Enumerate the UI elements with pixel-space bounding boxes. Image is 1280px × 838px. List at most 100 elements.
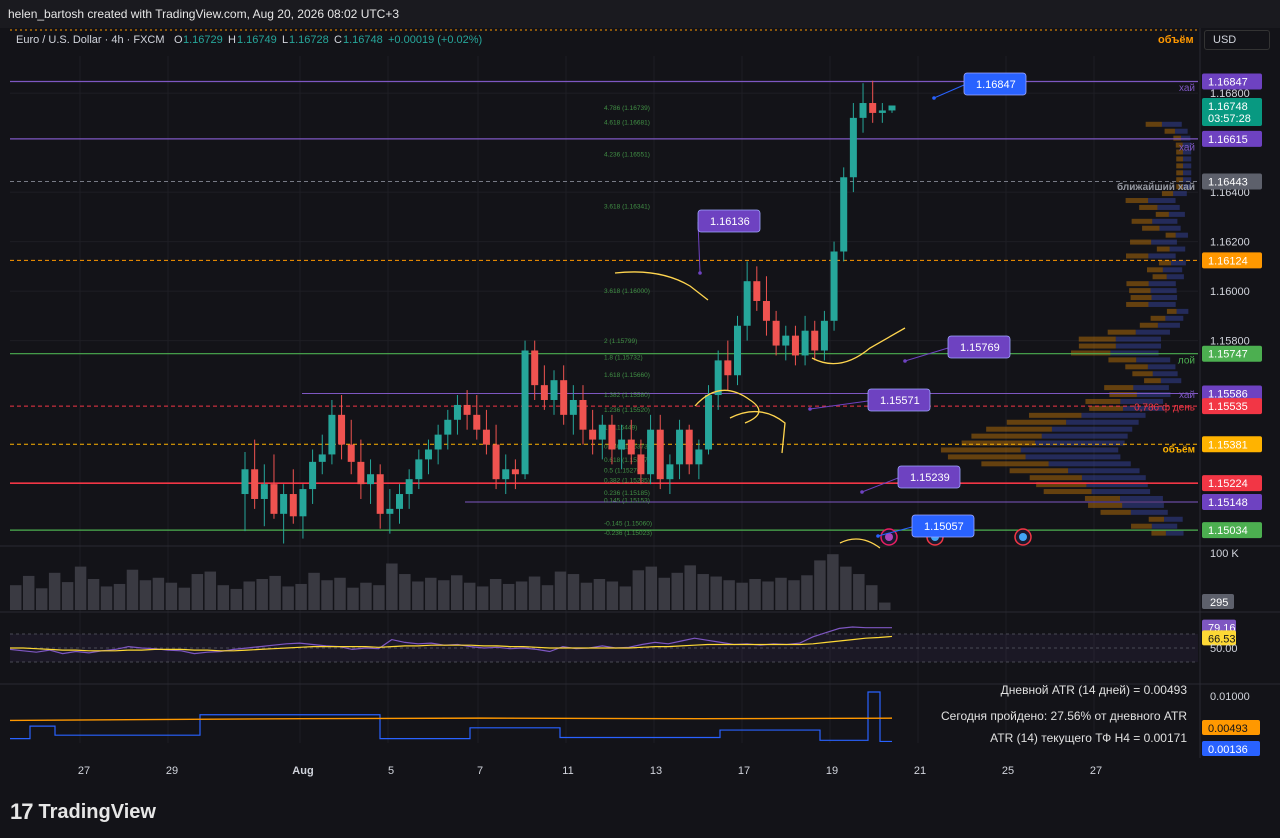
candle-body[interactable] <box>348 445 355 462</box>
volume-profile-label: объём <box>1158 34 1194 46</box>
volume-bar <box>710 577 721 610</box>
candle-body[interactable] <box>763 301 770 321</box>
candle-body[interactable] <box>338 415 345 445</box>
high-label: H <box>228 34 236 46</box>
candle-body[interactable] <box>637 454 644 474</box>
profile-bar <box>1152 295 1178 300</box>
candle-body[interactable] <box>299 489 306 516</box>
candle-body[interactable] <box>464 405 471 415</box>
candle-body[interactable] <box>309 462 316 489</box>
candle-body[interactable] <box>483 430 490 445</box>
profile-bar <box>986 427 1052 432</box>
candle-body[interactable] <box>657 430 664 479</box>
callout-pointer <box>810 401 868 409</box>
volume-bar <box>762 581 773 610</box>
candle-body[interactable] <box>328 415 335 455</box>
candle-body[interactable] <box>319 454 326 461</box>
candle-body[interactable] <box>280 494 287 514</box>
candle-body[interactable] <box>724 360 731 375</box>
candle-body[interactable] <box>425 449 432 459</box>
candle-body[interactable] <box>270 484 277 514</box>
profile-bar <box>1030 475 1082 480</box>
candle-body[interactable] <box>811 331 818 351</box>
candle-body[interactable] <box>715 360 722 395</box>
candle-body[interactable] <box>242 469 249 494</box>
candle-body[interactable] <box>705 395 712 449</box>
candle-body[interactable] <box>290 494 297 516</box>
candle-body[interactable] <box>357 462 364 484</box>
price-axis-label: 1.16748 <box>1208 101 1248 113</box>
candle-body[interactable] <box>869 103 876 113</box>
candle-body[interactable] <box>386 509 393 514</box>
profile-bar <box>981 461 1048 466</box>
candle-body[interactable] <box>367 474 374 484</box>
candle-body[interactable] <box>686 430 693 465</box>
candle-body[interactable] <box>579 400 586 430</box>
candle-body[interactable] <box>792 336 799 356</box>
profile-bar <box>1126 198 1148 203</box>
candle-body[interactable] <box>628 440 635 455</box>
candle-body[interactable] <box>860 103 867 118</box>
profile-bar <box>1066 420 1139 425</box>
profile-bar <box>1132 371 1152 376</box>
candle-body[interactable] <box>551 380 558 400</box>
candle-body[interactable] <box>512 469 519 474</box>
chart-canvas[interactable]: 4.786 (1.16739) 4.618 (1.16681) 4.236 (1.1… <box>0 28 1280 790</box>
candle-body[interactable] <box>560 380 567 415</box>
candle-body[interactable] <box>444 420 451 435</box>
candle-body[interactable] <box>647 430 654 475</box>
candle-body[interactable] <box>734 326 741 375</box>
candle-body[interactable] <box>454 405 461 420</box>
candle-body[interactable] <box>850 118 857 177</box>
candle-body[interactable] <box>589 430 596 440</box>
hand-arrow[interactable] <box>730 412 785 453</box>
candle-body[interactable] <box>522 350 529 474</box>
candle-body[interactable] <box>802 331 809 356</box>
hand-arrow[interactable] <box>615 272 708 300</box>
candle-body[interactable] <box>618 440 625 450</box>
chart-area[interactable]: 4.786 (1.16739) 4.618 (1.16681) 4.236 (1.1… <box>0 28 1280 790</box>
candle-body[interactable] <box>744 281 751 326</box>
candle-body[interactable] <box>541 385 548 400</box>
candle-body[interactable] <box>251 469 258 499</box>
candle-body[interactable] <box>435 435 442 450</box>
candle-body[interactable] <box>377 474 384 514</box>
profile-bar <box>1131 524 1152 529</box>
profile-bar <box>1176 170 1183 175</box>
candle-body[interactable] <box>831 252 838 321</box>
candle-body[interactable] <box>695 449 702 464</box>
candle-body[interactable] <box>782 336 789 346</box>
candle-body[interactable] <box>502 469 509 479</box>
currency-button[interactable]: USD <box>1204 30 1270 50</box>
candle-body[interactable] <box>608 425 615 450</box>
candle-body[interactable] <box>473 415 480 430</box>
candle-body[interactable] <box>531 350 538 385</box>
candle-body[interactable] <box>889 105 896 110</box>
candle-body[interactable] <box>676 430 683 465</box>
candle-body[interactable] <box>415 459 422 479</box>
rsi-pane: 79.1666.5350.00 <box>10 620 1238 662</box>
profile-bar <box>1170 247 1186 252</box>
candle-body[interactable] <box>773 321 780 346</box>
profile-bar <box>1116 344 1161 349</box>
candle-body[interactable] <box>396 494 403 509</box>
low-label: L <box>282 34 288 46</box>
candle-body[interactable] <box>406 479 413 494</box>
candle-body[interactable] <box>821 321 828 351</box>
profile-bar <box>1044 489 1092 494</box>
profile-bar <box>1175 129 1188 134</box>
profile-bar <box>941 447 1021 452</box>
volume-bar <box>386 564 397 611</box>
candle-body[interactable] <box>840 177 847 251</box>
candle-body[interactable] <box>666 464 673 479</box>
hand-arrow[interactable] <box>840 539 880 548</box>
candle-body[interactable] <box>879 110 886 112</box>
candle-body[interactable] <box>599 425 606 440</box>
profile-bar <box>1151 531 1165 536</box>
tradingview-logo[interactable]: 17 TradingView <box>10 799 156 825</box>
candle-body[interactable] <box>753 281 760 301</box>
volume-last-label: 295 <box>1210 597 1228 609</box>
candle-body[interactable] <box>261 484 268 499</box>
candle-body[interactable] <box>570 400 577 415</box>
candle-body[interactable] <box>493 445 500 480</box>
